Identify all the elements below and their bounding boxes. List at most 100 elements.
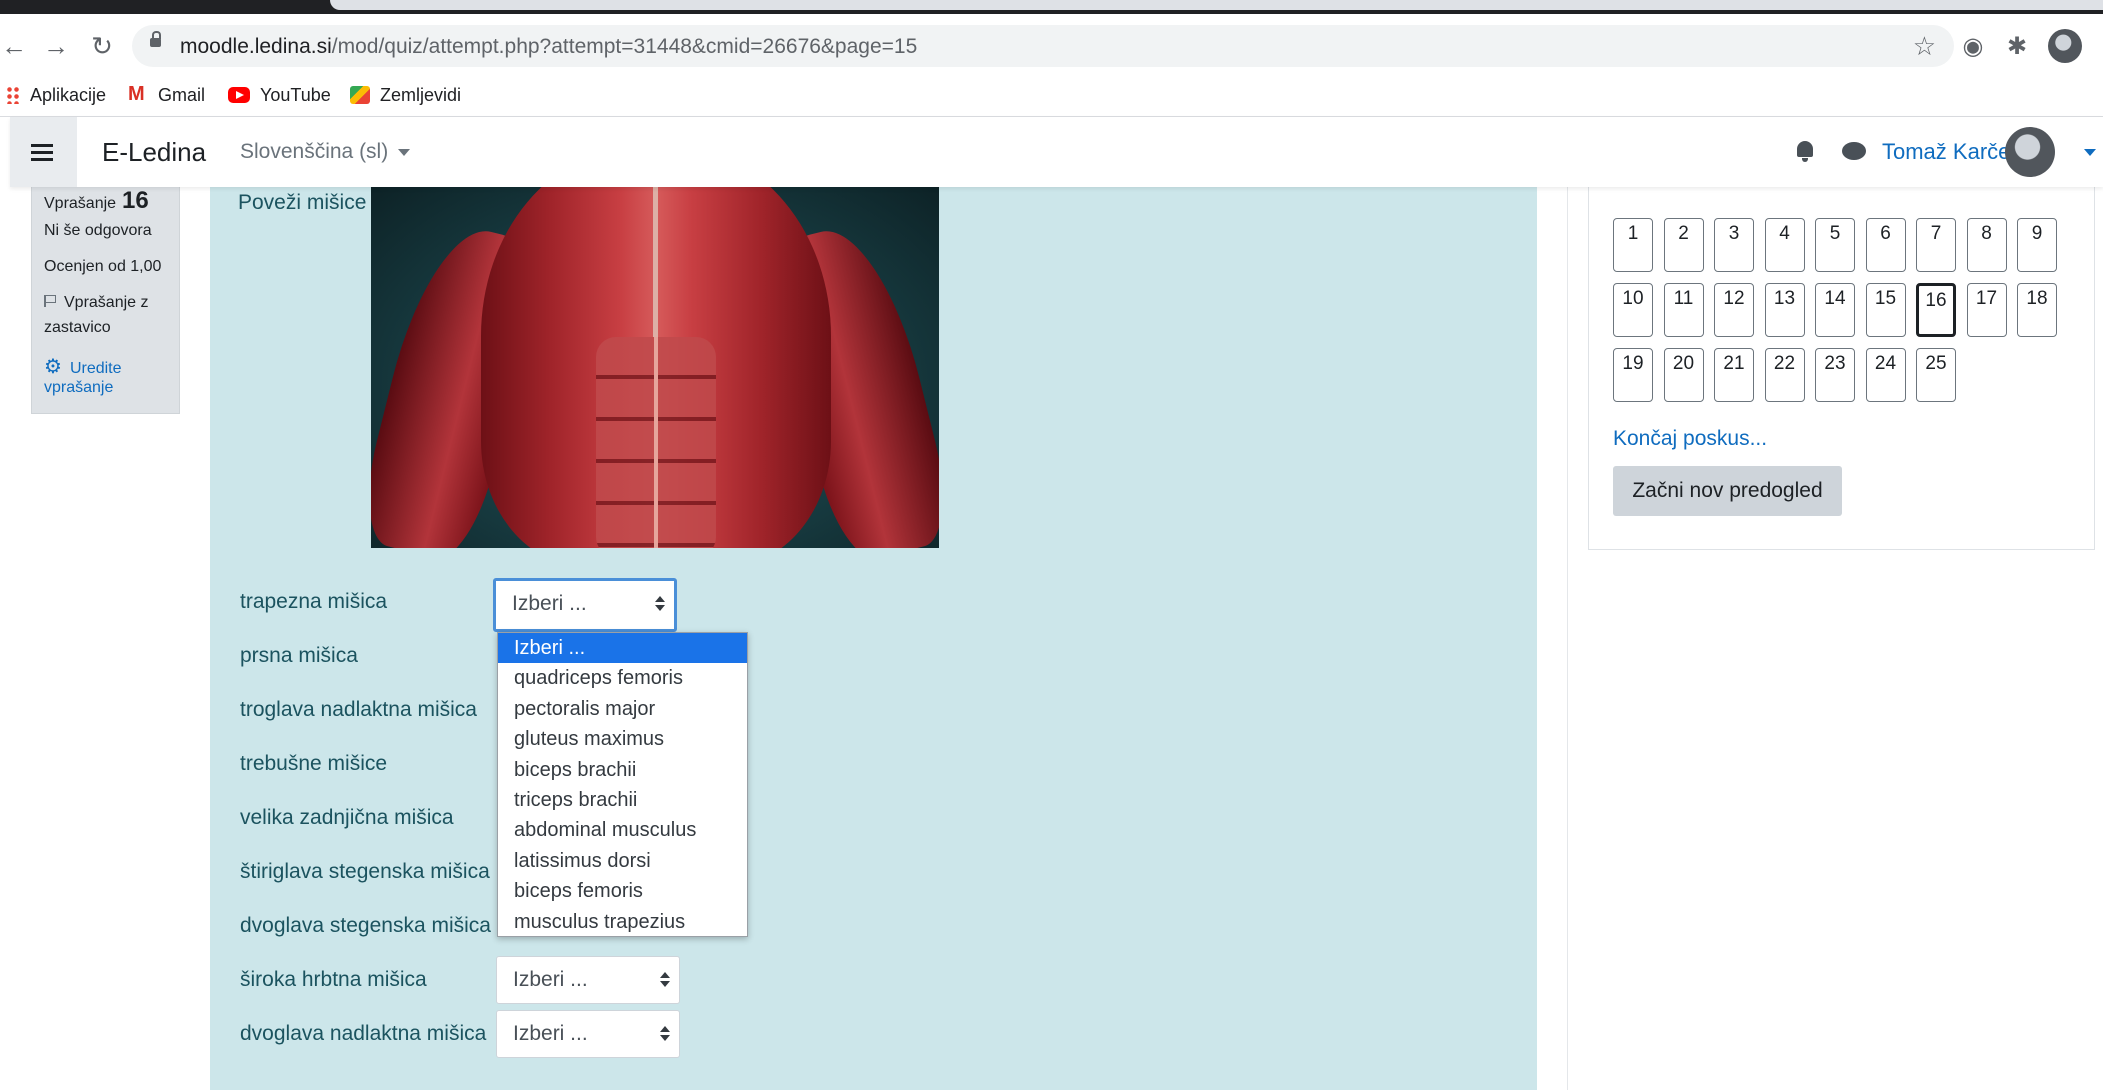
image-abs (596, 337, 716, 548)
question-number: Vprašanje 16 (44, 187, 149, 215)
quiz-nav-button-6[interactable]: 6 (1865, 218, 1906, 272)
dropdown-option[interactable]: biceps femoris (498, 876, 747, 906)
bookmark-label: Gmail (158, 84, 206, 105)
hamburger-icon (31, 158, 53, 161)
flag-label-line2: zastavico (44, 319, 111, 336)
language-menu[interactable]: Slovenščina (sl) (240, 140, 411, 164)
question-text: Poveži mišice (238, 191, 367, 214)
youtube-icon (228, 87, 250, 103)
puzzle-icon[interactable]: ✱ (2002, 32, 2032, 62)
extension-icon[interactable]: ◉ (1958, 32, 1988, 62)
dropdown-option[interactable]: gluteus maximus (498, 724, 747, 754)
lock-icon (150, 31, 161, 47)
bookmark-youtube[interactable]: YouTube (228, 82, 331, 108)
address-bar[interactable]: moodle.ledina.si/mod/quiz/attempt.php?at… (132, 25, 1954, 67)
back-icon[interactable]: ← (0, 32, 28, 60)
bookmark-gmail[interactable]: Gmail (128, 82, 205, 108)
quiz-nav-button-22[interactable]: 22 (1764, 348, 1805, 402)
window-titlebar (0, 0, 2103, 14)
flag-icon (44, 295, 56, 307)
quiz-nav-button-4[interactable]: 4 (1764, 218, 1805, 272)
bookmark-maps[interactable]: Zemljevidi (350, 82, 461, 108)
dropdown-option[interactable]: pectoralis major (498, 694, 747, 724)
url-text[interactable]: moodle.ledina.si/mod/quiz/attempt.php?at… (180, 35, 917, 59)
bookmark-apps[interactable]: Aplikacije (6, 82, 106, 108)
answer-select-9[interactable]: Izberi ... (496, 1010, 680, 1058)
quiz-nav-button-2[interactable]: 2 (1663, 218, 1704, 272)
question-label: Vprašanje (44, 195, 117, 212)
hamburger-icon (31, 144, 53, 147)
left-edge (0, 117, 10, 1090)
dropdown-option[interactable]: latissimus dorsi (498, 846, 747, 876)
answer-select-8[interactable]: Izberi ... (496, 956, 680, 1004)
quiz-nav-button-18[interactable]: 18 (2017, 283, 2057, 337)
quiz-nav-button-3[interactable]: 3 (1714, 218, 1754, 272)
bookmark-label: Aplikacije (30, 84, 107, 105)
finish-attempt-link[interactable]: Končaj poskus... (1613, 427, 1767, 451)
image-sternum (653, 187, 658, 337)
reload-icon[interactable]: ↻ (88, 32, 116, 60)
dropdown-option[interactable]: Izberi ... (498, 633, 747, 664)
quiz-nav-button-15[interactable]: 15 (1865, 283, 1906, 337)
bookmark-star-icon[interactable]: ☆ (1913, 31, 1936, 62)
quiz-nav-button-8[interactable]: 8 (1966, 218, 2007, 272)
quiz-nav-button-5[interactable]: 5 (1815, 218, 1855, 272)
quiz-navigation-block: 1 2 3 4 5 6 7 8 9 10 11 12 13 14 15 16 17 18 19 20 21 22 23 24 2… (1588, 187, 2095, 550)
profile-avatar[interactable] (2048, 29, 2082, 63)
quiz-nav-button-9[interactable]: 9 (2017, 218, 2057, 272)
quiz-nav-button-13[interactable]: 13 (1764, 283, 1805, 337)
quiz-nav-button-24[interactable]: 24 (1865, 348, 1906, 402)
row-label-3: troglava nadlaktna mišica (240, 698, 477, 721)
quiz-nav-button-20[interactable]: 20 (1663, 348, 1704, 402)
site-brand[interactable]: E-Ledina (102, 137, 206, 168)
dropdown-option[interactable]: quadriceps femoris (498, 663, 747, 693)
quiz-nav-button-25[interactable]: 25 (1916, 348, 1956, 402)
start-new-preview-button[interactable]: Začni nov predogled (1613, 466, 1842, 516)
bookmark-label: Zemljevidi (380, 84, 462, 105)
row-label-9: dvoglava nadlaktna mišica (240, 1022, 487, 1045)
edit-label-line2[interactable]: vprašanje (44, 379, 113, 397)
chat-icon[interactable] (1842, 142, 1866, 160)
dropdown-option[interactable]: musculus trapezius (498, 907, 747, 937)
quiz-nav-button-7[interactable]: 7 (1916, 218, 1956, 272)
url-host: moodle.ledina.si (180, 35, 332, 58)
quiz-nav-button-11[interactable]: 11 (1663, 283, 1704, 337)
chevron-down-icon (398, 148, 411, 156)
user-avatar[interactable] (2005, 127, 2055, 177)
question-info: Vprašanje 16 Ni še odgovora Ocenjen od 1,… (31, 187, 180, 414)
quiz-nav-button-23[interactable]: 23 (1815, 348, 1855, 402)
drawer-toggle-button[interactable] (10, 117, 77, 187)
bookmarks-bar: Aplikacije Gmail YouTube Zemljevidi (0, 76, 2103, 117)
user-name[interactable]: Tomaž Karče (1882, 139, 2010, 165)
flag-question[interactable]: Vprašanje z (44, 294, 149, 312)
quiz-nav-button-12[interactable]: 12 (1714, 283, 1754, 337)
question-number-value: 16 (122, 187, 149, 214)
user-menu-chevron-icon[interactable] (2084, 149, 2096, 156)
edit-label-line1: Uredite (69, 360, 122, 377)
dropdown-option[interactable]: abdominal musculus (498, 815, 747, 845)
answer-select-1[interactable]: Izberi ... (493, 578, 677, 632)
gear-icon: ⚙ (44, 356, 62, 378)
forward-icon[interactable]: → (42, 32, 70, 60)
quiz-nav-button-21[interactable]: 21 (1714, 348, 1754, 402)
bell-icon[interactable] (1794, 139, 1818, 165)
quiz-nav-button-17[interactable]: 17 (1966, 283, 2007, 337)
quiz-nav-button-16[interactable]: 16 (1916, 283, 1956, 337)
browser-toolbar: ← → ↻ moodle.ledina.si/mod/quiz/attempt.… (0, 14, 2103, 76)
row-label-7: dvoglava stegenska mišica (240, 914, 491, 937)
edit-question-link[interactable]: ⚙ Uredite (44, 354, 122, 379)
dropdown-option[interactable]: triceps brachii (498, 785, 747, 815)
row-label-1: trapezna mišica (240, 590, 388, 613)
language-label: Slovenščina (sl) (240, 140, 389, 163)
row-label-5: velika zadnjična mišica (240, 806, 454, 829)
quiz-nav-button-19[interactable]: 19 (1613, 348, 1653, 402)
apps-grid-icon (6, 86, 20, 104)
dropdown-option[interactable]: biceps brachii (498, 755, 747, 785)
url-path: /mod/quiz/attempt.php?attempt=31448&cmid… (331, 35, 918, 58)
row-label-6: štiriglava stegenska mišica (240, 860, 490, 883)
quiz-nav-button-14[interactable]: 14 (1815, 283, 1855, 337)
quiz-nav-button-10[interactable]: 10 (1613, 283, 1653, 337)
quiz-nav-button-1[interactable]: 1 (1613, 218, 1653, 272)
muscle-image (371, 187, 939, 548)
gmail-icon (128, 83, 148, 106)
